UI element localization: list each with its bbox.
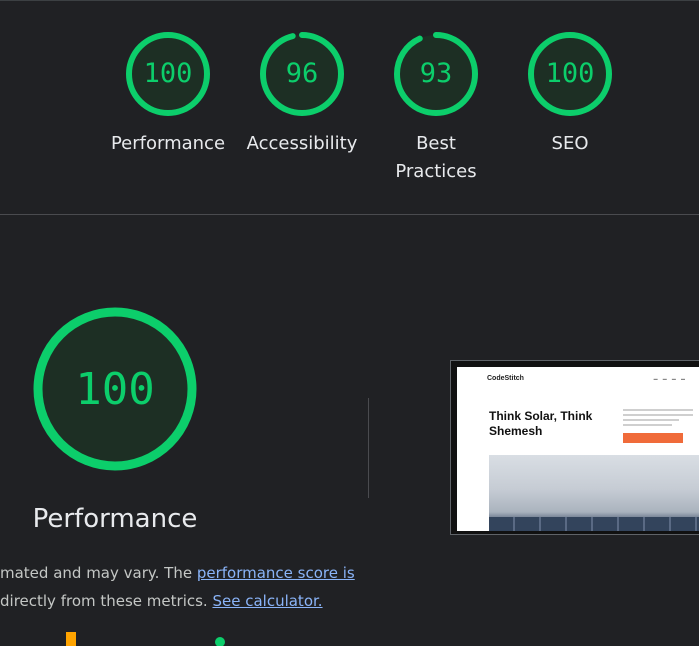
performance-gauge-large: 100 [30, 304, 200, 474]
desc-text-1: mated and may vary. The [0, 564, 197, 582]
performance-score-link[interactable]: performance score is [197, 564, 355, 582]
gauge-best-practices-label: Best Practices [395, 133, 477, 182]
screenshot-paragraph [623, 409, 693, 429]
top-border [0, 0, 699, 1]
gauge-accessibility-label: Accessibility [246, 133, 358, 154]
gauge-seo[interactable]: 100 SEO [503, 28, 637, 158]
gauge-performance-label: Performance [110, 133, 226, 154]
vertical-divider [368, 398, 369, 498]
final-screenshot[interactable]: CodeStitch ▬ ▬ ▬ ▬ Think Solar, Think Sh… [450, 360, 699, 535]
screenshot-cta-button [623, 433, 683, 443]
see-calculator-link[interactable]: See calculator. [212, 592, 322, 610]
gauge-accessibility-score: 96 [286, 58, 319, 89]
performance-title: Performance [32, 504, 198, 534]
metric-fail-icon [66, 632, 76, 646]
gauge-best-practices-score: 93 [420, 58, 453, 89]
gauge-accessibility-ring: 96 [260, 32, 344, 116]
gauge-performance[interactable]: 100 Performance [101, 28, 235, 158]
gauge-seo-label: SEO [551, 133, 589, 154]
gauge-performance-score: 100 [144, 58, 193, 89]
metric-pass-icon [215, 637, 225, 646]
performance-description: mated and may vary. The performance scor… [0, 559, 380, 615]
screenshot-page: CodeStitch ▬ ▬ ▬ ▬ Think Solar, Think Sh… [457, 367, 699, 531]
score-gauges: 100 Performance 96 Accessibility 93 Best… [0, 28, 699, 188]
gauge-accessibility[interactable]: 96 Accessibility [235, 28, 369, 158]
gauge-seo-score: 100 [546, 58, 595, 89]
screenshot-logo: CodeStitch [487, 375, 524, 382]
screenshot-nav: ▬ ▬ ▬ ▬ [653, 376, 687, 381]
screenshot-solar-panels [489, 517, 699, 531]
performance-gauge-ring: 100 [33, 307, 197, 471]
gauge-seo-ring: 100 [528, 32, 612, 116]
gauge-best-practices[interactable]: 93 Best Practices [369, 28, 503, 186]
gauge-performance-ring: 100 [126, 32, 210, 116]
desc-text-2: directly from these metrics. [0, 592, 213, 610]
gauge-best-practices-ring: 93 [394, 32, 478, 116]
section-divider [0, 214, 699, 215]
screenshot-heading: Think Solar, Think Shemesh [489, 409, 593, 438]
performance-score-large: 100 [75, 364, 154, 415]
